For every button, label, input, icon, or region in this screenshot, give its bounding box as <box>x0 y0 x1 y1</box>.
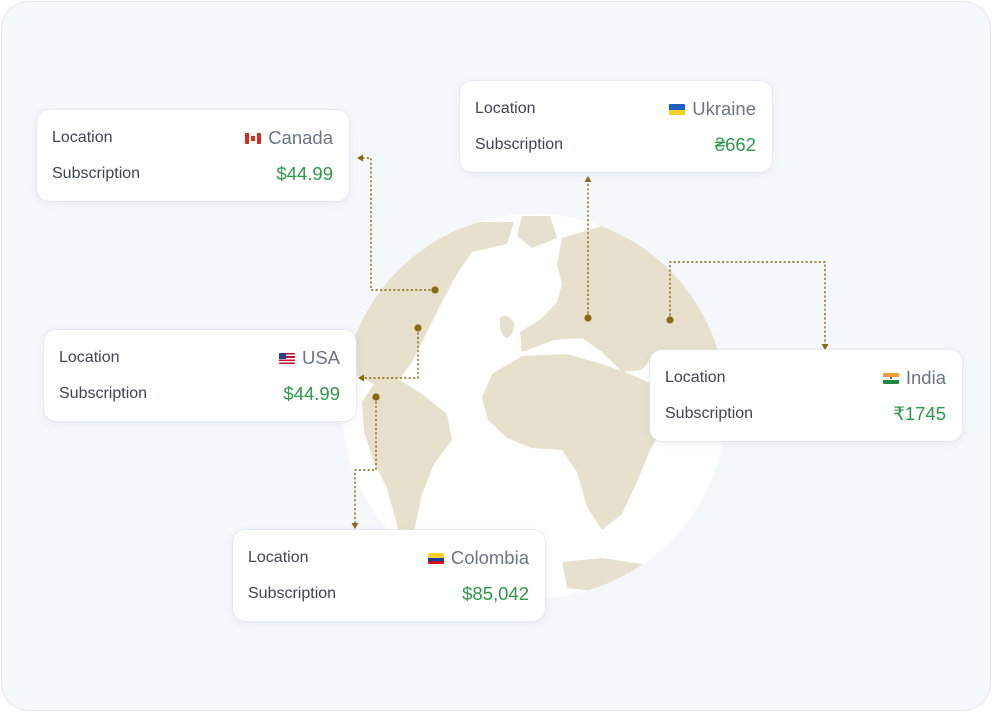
world-map-panel: Location Canada Subscription $44.99 Loca… <box>1 1 991 711</box>
location-card-ukraine[interactable]: Location Ukraine Subscription ₴662 <box>460 81 772 172</box>
subscription-label: Subscription <box>665 405 754 422</box>
location-card-india[interactable]: Location India Subscription ₹1745 <box>650 350 962 441</box>
subscription-label: Subscription <box>52 165 141 182</box>
colombia-flag-icon <box>427 552 444 564</box>
country-name: India <box>882 367 946 389</box>
location-card-canada[interactable]: Location Canada Subscription $44.99 <box>37 110 349 201</box>
location-label: Location <box>248 549 309 566</box>
country-name: Ukraine <box>669 98 756 120</box>
subscription-price: ₴662 <box>714 134 756 155</box>
location-card-usa[interactable]: Location USA Subscription $44.99 <box>44 330 356 421</box>
location-label: Location <box>475 100 536 117</box>
country-name: Colombia <box>427 547 529 569</box>
location-label: Location <box>665 369 726 386</box>
canada-flag-icon <box>245 132 262 144</box>
location-label: Location <box>52 129 113 146</box>
subscription-price: $85,042 <box>462 583 529 604</box>
subscription-label: Subscription <box>475 136 564 153</box>
location-card-colombia[interactable]: Location Colombia Subscription $85,042 <box>233 530 545 621</box>
country-name: Canada <box>245 127 333 149</box>
subscription-price: $44.99 <box>276 163 333 184</box>
usa-flag-icon <box>278 352 295 364</box>
subscription-label: Subscription <box>248 585 337 602</box>
country-name: USA <box>278 347 340 369</box>
subscription-label: Subscription <box>59 385 148 402</box>
australia-shape <box>562 558 642 592</box>
location-label: Location <box>59 349 120 366</box>
ukraine-flag-icon <box>669 103 686 115</box>
subscription-price: ₹1745 <box>893 403 946 424</box>
subscription-price: $44.99 <box>283 383 340 404</box>
india-flag-icon <box>882 372 899 384</box>
